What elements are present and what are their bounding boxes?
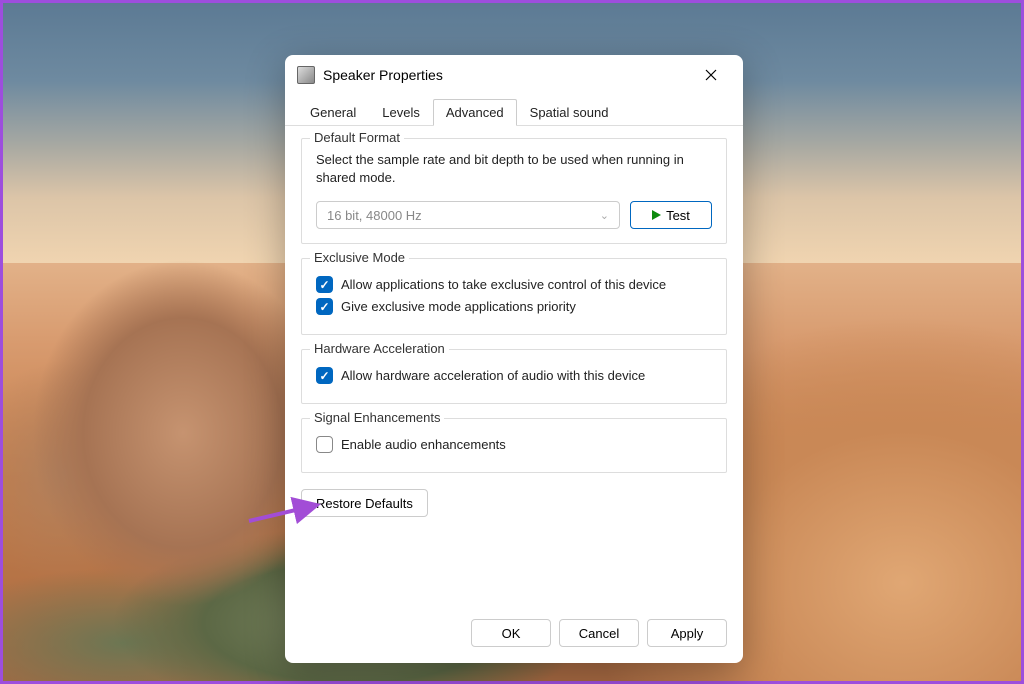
- group-hardware-acceleration: Hardware Acceleration ✓ Allow hardware a…: [301, 349, 727, 404]
- speaker-icon: [297, 66, 315, 84]
- dialog-footer: OK Cancel Apply: [285, 609, 743, 663]
- tab-strip: General Levels Advanced Spatial sound: [285, 99, 743, 126]
- checkbox-label: Allow applications to take exclusive con…: [341, 277, 666, 292]
- group-signal-enhancements: Signal Enhancements Enable audio enhance…: [301, 418, 727, 473]
- tab-general[interactable]: General: [297, 99, 369, 126]
- tab-advanced[interactable]: Advanced: [433, 99, 517, 126]
- restore-defaults-button[interactable]: Restore Defaults: [301, 489, 428, 517]
- titlebar: Speaker Properties: [285, 55, 743, 95]
- checkbox-exclusive-control[interactable]: ✓ Allow applications to take exclusive c…: [316, 276, 712, 293]
- tab-spatial-sound[interactable]: Spatial sound: [517, 99, 622, 126]
- test-button-label: Test: [666, 208, 690, 223]
- speaker-properties-dialog: Speaker Properties General Levels Advanc…: [285, 55, 743, 663]
- cancel-button[interactable]: Cancel: [559, 619, 639, 647]
- close-button[interactable]: [691, 59, 731, 91]
- checkbox-exclusive-priority[interactable]: ✓ Give exclusive mode applications prior…: [316, 298, 712, 315]
- check-icon: [316, 436, 333, 453]
- check-icon: ✓: [316, 276, 333, 293]
- checkbox-label: Allow hardware acceleration of audio wit…: [341, 368, 645, 383]
- group-title-default-format: Default Format: [310, 130, 404, 145]
- check-icon: ✓: [316, 298, 333, 315]
- chevron-down-icon: ⌄: [600, 209, 609, 222]
- group-exclusive-mode: Exclusive Mode ✓ Allow applications to t…: [301, 258, 727, 335]
- checkbox-hw-accel[interactable]: ✓ Allow hardware acceleration of audio w…: [316, 367, 712, 384]
- apply-button[interactable]: Apply: [647, 619, 727, 647]
- tab-levels[interactable]: Levels: [369, 99, 433, 126]
- group-title-signal-enh: Signal Enhancements: [310, 410, 444, 425]
- checkbox-label: Enable audio enhancements: [341, 437, 506, 452]
- checkbox-audio-enhancements[interactable]: Enable audio enhancements: [316, 436, 712, 453]
- group-title-exclusive: Exclusive Mode: [310, 250, 409, 265]
- group-title-hw-accel: Hardware Acceleration: [310, 341, 449, 356]
- play-icon: [652, 210, 661, 220]
- default-format-description: Select the sample rate and bit depth to …: [316, 151, 712, 187]
- test-button[interactable]: Test: [630, 201, 712, 229]
- sample-rate-select[interactable]: 16 bit, 48000 Hz ⌄: [316, 201, 620, 229]
- group-default-format: Default Format Select the sample rate an…: [301, 138, 727, 244]
- close-icon: [705, 69, 717, 81]
- checkbox-label: Give exclusive mode applications priorit…: [341, 299, 576, 314]
- advanced-panel: Default Format Select the sample rate an…: [285, 126, 743, 609]
- window-title: Speaker Properties: [323, 67, 683, 83]
- check-icon: ✓: [316, 367, 333, 384]
- ok-button[interactable]: OK: [471, 619, 551, 647]
- sample-rate-value: 16 bit, 48000 Hz: [327, 208, 422, 223]
